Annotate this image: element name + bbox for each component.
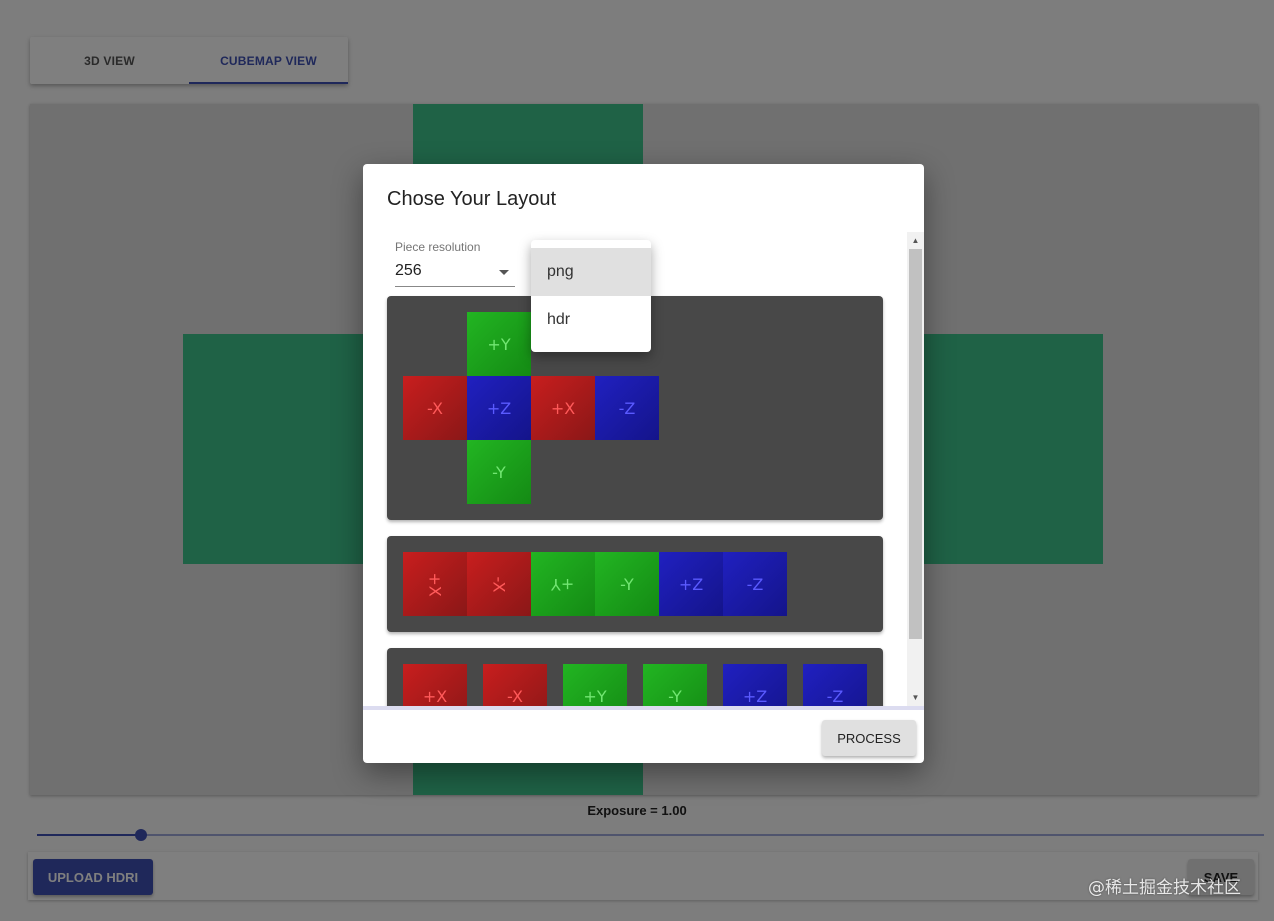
- tile-neg-z: -Z: [595, 376, 659, 440]
- select-underline: [395, 286, 515, 287]
- menu-item-hdr[interactable]: hdr: [531, 296, 651, 344]
- dropdown-arrow-icon: [499, 270, 509, 275]
- tile-neg-x: -X: [467, 552, 531, 616]
- tile-pos-y: +Y: [467, 312, 531, 376]
- tile-pos-y: +Y: [531, 552, 595, 616]
- layout-option-strip[interactable]: +X -X +Y -Y +Z -Z: [387, 536, 883, 632]
- dialog-actions: PROCESS: [363, 706, 924, 763]
- piece-resolution-value: 256: [395, 262, 422, 279]
- tile-neg-x: -X: [403, 376, 467, 440]
- watermark: @稀土掘金技术社区: [1088, 878, 1241, 898]
- dialog-title: Chose Your Layout: [387, 188, 557, 210]
- tile-neg-x: -X: [483, 664, 547, 706]
- scroll-up-icon[interactable]: ▲: [907, 232, 924, 249]
- dialog-scrollbar[interactable]: ▲ ▼: [907, 232, 924, 706]
- tile-neg-y: -Y: [595, 552, 659, 616]
- tile-pos-y: +Y: [563, 664, 627, 706]
- layout-option-separate[interactable]: +X -X +Y -Y +Z -Z: [387, 648, 883, 706]
- scroll-down-icon[interactable]: ▼: [907, 689, 924, 706]
- tile-neg-y: -Y: [467, 440, 531, 504]
- scroll-thumb[interactable]: [909, 249, 922, 639]
- tile-neg-y: -Y: [643, 664, 707, 706]
- piece-resolution-label: Piece resolution: [395, 240, 481, 254]
- tile-neg-z: -Z: [803, 664, 867, 706]
- tile-pos-x: +X: [403, 664, 467, 706]
- tile-neg-z: -Z: [723, 552, 787, 616]
- format-dropdown-menu: png hdr: [531, 240, 651, 352]
- tile-pos-z: +Z: [467, 376, 531, 440]
- app-root: 3D VIEW CUBEMAP VIEW Exposure = 1.00 UPL…: [0, 0, 1274, 921]
- process-button[interactable]: PROCESS: [822, 720, 916, 756]
- tile-pos-z: +Z: [723, 664, 787, 706]
- tile-pos-z: +Z: [659, 552, 723, 616]
- tile-pos-x: +X: [531, 376, 595, 440]
- menu-item-png[interactable]: png: [531, 248, 651, 296]
- tile-pos-x: +X: [403, 552, 467, 616]
- piece-resolution-select[interactable]: Piece resolution 256: [395, 240, 515, 288]
